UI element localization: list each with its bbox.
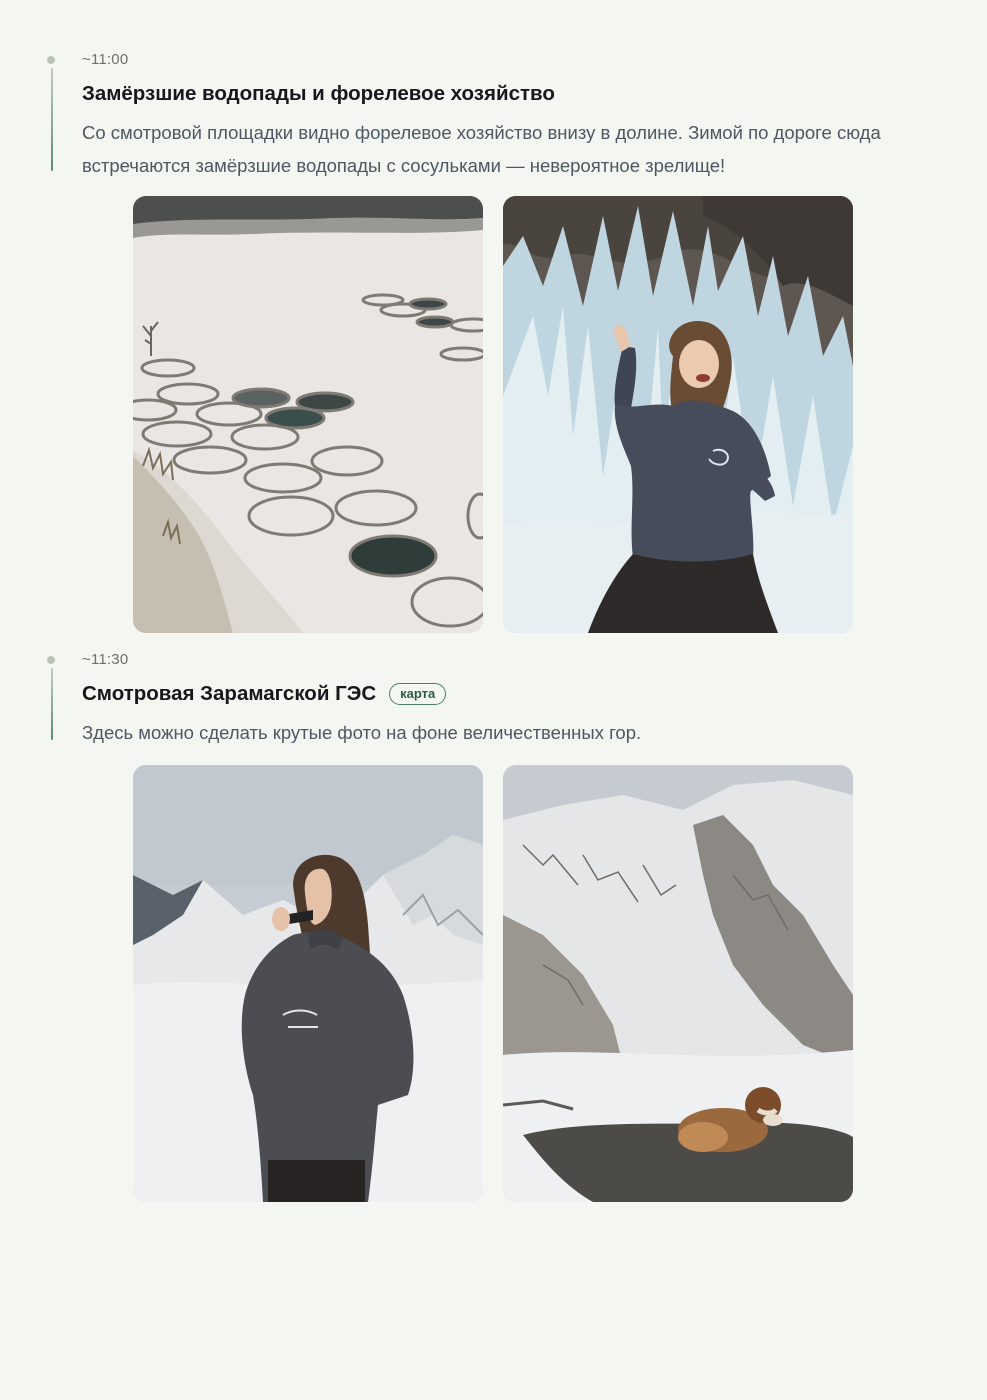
frozen-waterfall-photo[interactable] <box>503 196 853 633</box>
map-link-badge[interactable]: карта <box>389 683 447 705</box>
frozen-waterfall-image <box>503 196 853 633</box>
timeline-dot <box>47 56 55 64</box>
entry-title: Замёрзшие водопады и форелевое хозяйство <box>82 82 555 105</box>
entry-description: Здесь можно сделать крутые фото на фоне … <box>82 722 642 743</box>
entry-time: ~11:00 <box>82 51 129 68</box>
trout-farm-photo[interactable] <box>133 196 483 633</box>
trout-farm-image <box>133 196 483 633</box>
dog-snow-mountain-photo[interactable] <box>503 765 853 1202</box>
woman-mountains-photo[interactable] <box>133 765 483 1202</box>
entry-time: ~11:30 <box>82 651 129 668</box>
entry-title-row: Смотровая Зарамагской ГЭС карта <box>82 680 447 708</box>
entry-description: Со смотровой площадки видно форелевое хо… <box>82 122 881 176</box>
timeline-dot <box>47 656 55 664</box>
entry-title-row: Замёрзшие водопады и форелевое хозяйство <box>82 80 555 108</box>
timeline-line <box>51 68 53 171</box>
entry-title: Смотровая Зарамагской ГЭС <box>82 682 377 705</box>
timeline-line <box>51 668 53 740</box>
woman-mountains-image <box>133 765 483 1202</box>
dog-snow-mountain-image <box>503 765 853 1202</box>
